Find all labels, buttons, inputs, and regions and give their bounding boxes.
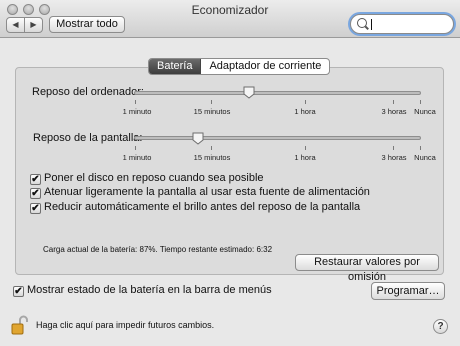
slider-tick: [211, 100, 212, 104]
show-battery-status-checkbox[interactable]: ✔: [13, 286, 24, 297]
settings-panel: [15, 67, 444, 275]
slider-tick: [305, 100, 306, 104]
slider-tick: [305, 146, 306, 150]
lock-icon[interactable]: [11, 315, 29, 335]
display-sleep-track[interactable]: [134, 136, 421, 140]
show-battery-status-label: Mostrar estado de la batería en la barra…: [27, 284, 272, 296]
tick-label: 15 minutos: [193, 107, 231, 116]
help-button[interactable]: ?: [433, 319, 448, 334]
search-field[interactable]: [350, 14, 454, 34]
dim-display-checkbox[interactable]: ✔: [30, 188, 41, 199]
slider-tick: [420, 146, 421, 150]
tab-battery[interactable]: Batería: [149, 59, 202, 74]
computer-sleep-slider-thumb[interactable]: [243, 86, 255, 99]
slider-tick: [393, 146, 394, 150]
tick-label: 15 minutos: [193, 153, 231, 162]
tick-label: 1 minuto: [122, 107, 152, 116]
forward-arrow-icon[interactable]: ▶: [25, 18, 42, 32]
slider-tick: [393, 100, 394, 104]
restore-defaults-button[interactable]: Restaurar valores por omisión: [295, 254, 439, 283]
tick-label: 3 horas: [381, 107, 407, 116]
text-caret: [371, 19, 372, 30]
disk-sleep-checkbox[interactable]: ✔: [30, 174, 41, 185]
lock-text: Haga clic aquí para impedir futuros camb…: [36, 320, 215, 330]
tick-label: 1 minuto: [122, 153, 152, 162]
back-arrow-icon[interactable]: ◀: [7, 18, 25, 32]
computer-sleep-label: Reposo del ordenador:: [32, 86, 144, 98]
search-icon: [357, 18, 367, 28]
reduce-brightness-label: Reducir automáticamente el brillo antes …: [44, 201, 361, 213]
tick-label: 3 horas: [381, 153, 407, 162]
slider-tick: [135, 100, 136, 104]
dim-display-label: Atenuar ligeramente la pantalla al usar …: [44, 186, 370, 198]
slider-tick: [135, 146, 136, 150]
reduce-brightness-checkbox[interactable]: ✔: [30, 203, 41, 214]
computer-sleep-track[interactable]: [134, 91, 421, 95]
slider-tick: [211, 146, 212, 150]
display-sleep-label: Reposo de la pantalla:: [33, 132, 143, 144]
disk-sleep-label: Poner el disco en reposo cuando sea posi…: [44, 172, 264, 184]
slider-tick: [420, 100, 421, 104]
display-sleep-slider-thumb[interactable]: [192, 132, 204, 145]
nav-back-forward: ◀ ▶: [6, 17, 43, 33]
tick-label: Nunca: [414, 153, 436, 162]
show-all-button[interactable]: Mostrar todo: [49, 16, 125, 33]
tick-label: 1 hora: [294, 107, 316, 116]
tick-label: 1 hora: [294, 153, 316, 162]
tab-power-adapter[interactable]: Adaptador de corriente: [201, 59, 329, 74]
tick-label: Nunca: [414, 107, 436, 116]
schedule-button[interactable]: Programar…: [371, 282, 445, 300]
tab-bar: Batería Adaptador de corriente: [148, 58, 331, 75]
battery-status-text: Carga actual de la batería: 87%. Tiempo …: [43, 245, 273, 254]
